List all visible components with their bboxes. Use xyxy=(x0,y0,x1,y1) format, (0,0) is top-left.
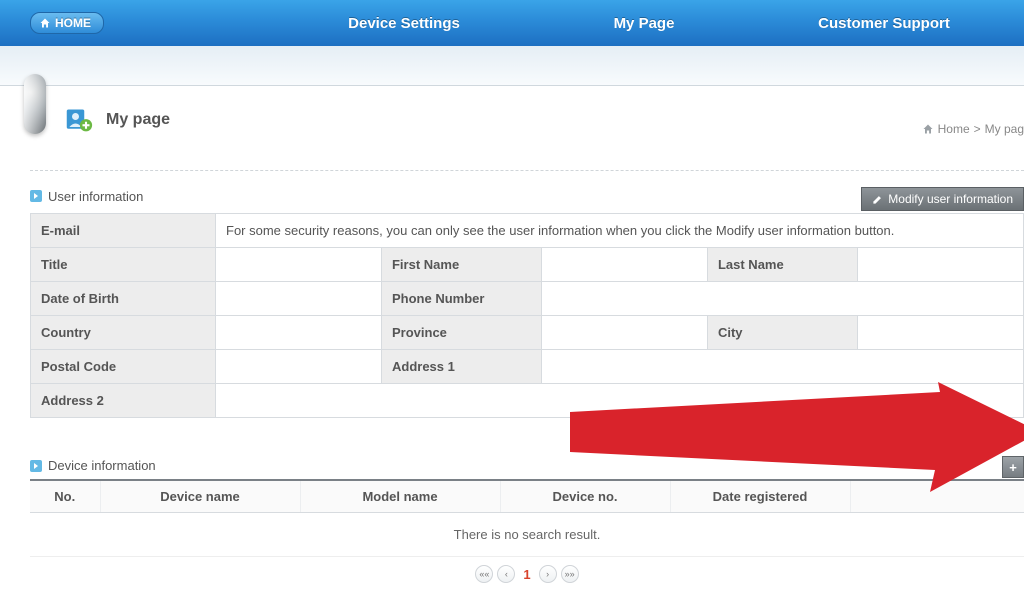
add-device-button[interactable]: + xyxy=(1002,456,1024,478)
label-addr2: Address 2 xyxy=(31,384,216,418)
modify-user-info-button[interactable]: Modify user information xyxy=(861,187,1024,211)
breadcrumb-current: My pag xyxy=(985,122,1024,136)
plus-icon: + xyxy=(1009,460,1017,475)
value-city xyxy=(857,316,1023,350)
spiral-binding-graphic xyxy=(24,74,46,134)
value-dob xyxy=(216,282,382,316)
value-province xyxy=(541,316,707,350)
label-postal: Postal Code xyxy=(31,350,216,384)
tab-my-page[interactable]: My Page xyxy=(524,15,764,32)
pager-last[interactable]: »» xyxy=(561,565,579,583)
user-info-heading: User information xyxy=(30,189,143,204)
user-info-label: User information xyxy=(48,189,143,204)
col-blank xyxy=(850,480,1024,513)
tab-device-settings[interactable]: Device Settings xyxy=(284,15,524,32)
label-first-name: First Name xyxy=(381,248,541,282)
section-arrow-icon xyxy=(30,190,42,202)
user-info-table: E-mail For some security reasons, you ca… xyxy=(30,213,1024,418)
label-email: E-mail xyxy=(31,214,216,248)
label-addr1: Address 1 xyxy=(381,350,541,384)
device-info-heading: Device information xyxy=(30,458,1024,473)
value-first-name xyxy=(541,248,707,282)
value-phone xyxy=(541,282,1023,316)
breadcrumb-home[interactable]: Home xyxy=(938,122,970,136)
subheader-bar xyxy=(0,46,1024,86)
pager-current: 1 xyxy=(519,567,534,582)
pager-prev[interactable]: ‹ xyxy=(497,565,515,583)
device-info-label: Device information xyxy=(48,458,156,473)
home-button[interactable]: HOME xyxy=(30,12,104,34)
value-country xyxy=(216,316,382,350)
pager-next[interactable]: › xyxy=(539,565,557,583)
label-country: Country xyxy=(31,316,216,350)
modify-btn-label: Modify user information xyxy=(888,192,1013,206)
home-icon xyxy=(39,17,51,29)
section-arrow-icon xyxy=(30,460,42,472)
top-nav: HOME Device Settings My Page Customer Su… xyxy=(0,0,1024,46)
my-page-icon xyxy=(64,106,94,134)
col-device-no: Device no. xyxy=(500,480,670,513)
value-addr1 xyxy=(541,350,1023,384)
pagination: «« ‹ 1 › »» xyxy=(30,557,1024,591)
label-city: City xyxy=(707,316,857,350)
notice-text: For some security reasons, you can only … xyxy=(216,214,1024,248)
tab-customer-support[interactable]: Customer Support xyxy=(764,15,1024,32)
label-title: Title xyxy=(31,248,216,282)
label-province: Province xyxy=(381,316,541,350)
col-model-name: Model name xyxy=(300,480,500,513)
label-phone: Phone Number xyxy=(381,282,541,316)
value-addr2 xyxy=(216,384,1024,418)
page-title: My page xyxy=(106,111,170,129)
breadcrumb-home-icon xyxy=(922,123,934,135)
no-result-text: There is no search result. xyxy=(30,513,1024,557)
label-dob: Date of Birth xyxy=(31,282,216,316)
col-device-name: Device name xyxy=(100,480,300,513)
breadcrumb-sep: > xyxy=(974,122,981,136)
col-date-reg: Date registered xyxy=(670,480,850,513)
breadcrumb: Home > My pag xyxy=(922,122,1024,136)
device-table: No. Device name Model name Device no. Da… xyxy=(30,479,1024,557)
home-label: HOME xyxy=(55,16,91,30)
label-last-name: Last Name xyxy=(707,248,857,282)
value-postal xyxy=(216,350,382,384)
pencil-icon xyxy=(872,194,883,205)
pager-first[interactable]: «« xyxy=(475,565,493,583)
value-last-name xyxy=(857,248,1023,282)
value-title xyxy=(216,248,382,282)
col-no: No. xyxy=(30,480,100,513)
page-title-row: My page Home > My pag xyxy=(30,86,1024,140)
